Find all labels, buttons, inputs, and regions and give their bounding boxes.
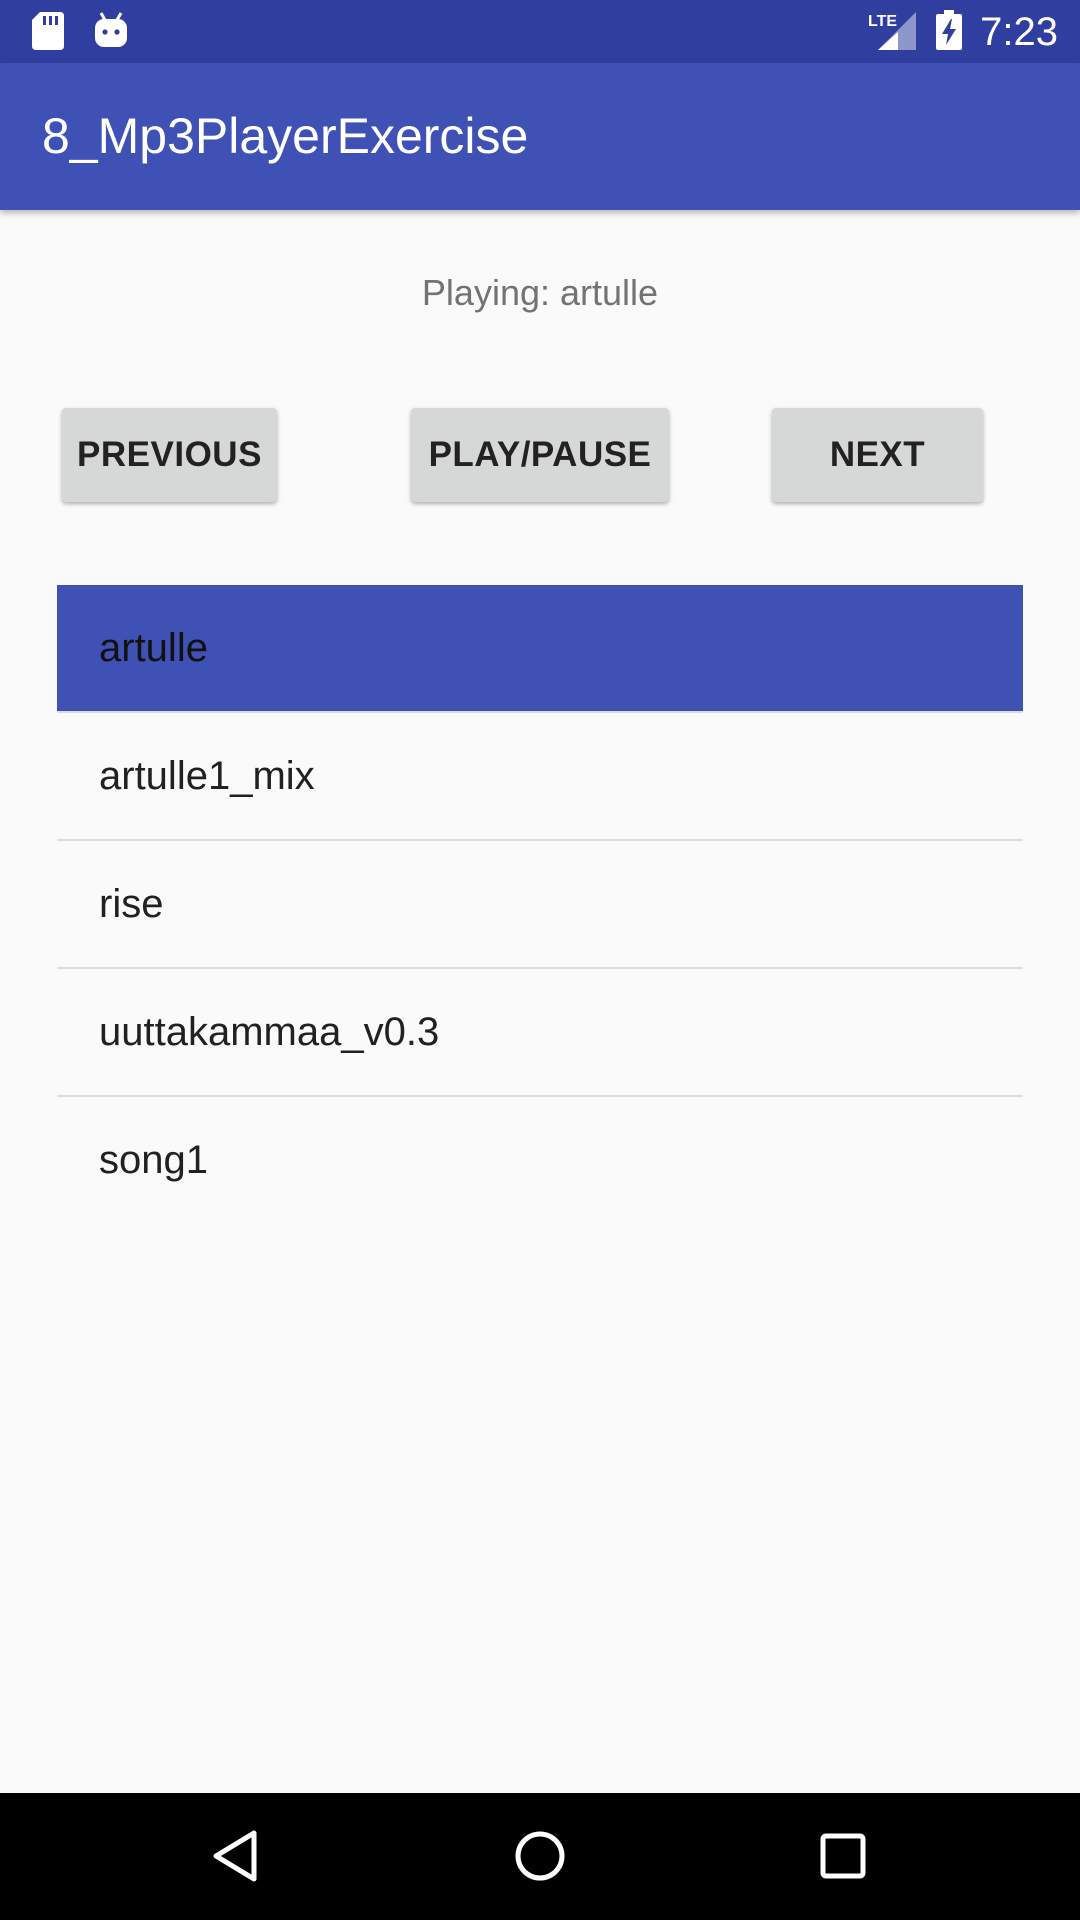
track-item[interactable]: uuttakammaa_v0.3 — [57, 969, 1023, 1097]
navigation-bar — [0, 1793, 1080, 1920]
android-debug-icon — [94, 12, 128, 55]
track-item[interactable]: rise — [57, 841, 1023, 969]
lte-signal-icon: LTE — [868, 10, 918, 55]
recents-icon[interactable] — [808, 1821, 878, 1891]
now-playing-text: Playing: artulle — [421, 272, 659, 313]
sd-card-icon — [32, 12, 64, 55]
previous-button[interactable]: PREVIOUS — [62, 408, 277, 502]
track-item[interactable]: song1 — [57, 1097, 1023, 1225]
track-item[interactable]: artulle1_mix — [57, 713, 1023, 841]
battery-charging-icon — [936, 9, 963, 55]
home-icon[interactable] — [505, 1821, 575, 1891]
status-notifications — [32, 12, 128, 55]
back-icon[interactable] — [200, 1821, 270, 1891]
clock: 7:23 — [980, 9, 1058, 54]
track-item-selected[interactable]: artulle — [57, 585, 1023, 713]
app-title: 8_Mp3PlayerExercise — [42, 108, 529, 164]
track-list: artulle artulle1_mix rise uuttakammaa_v0… — [57, 585, 1023, 1225]
app-bar: 8_Mp3PlayerExercise — [0, 63, 1080, 210]
status-indicators: LTE 7:23 — [868, 6, 1058, 58]
next-button[interactable]: NEXT — [772, 408, 983, 502]
network-label: LTE — [868, 13, 897, 30]
play-pause-button[interactable]: PLAY/PAUSE — [411, 408, 669, 502]
status-bar: LTE 7:23 — [0, 0, 1080, 63]
